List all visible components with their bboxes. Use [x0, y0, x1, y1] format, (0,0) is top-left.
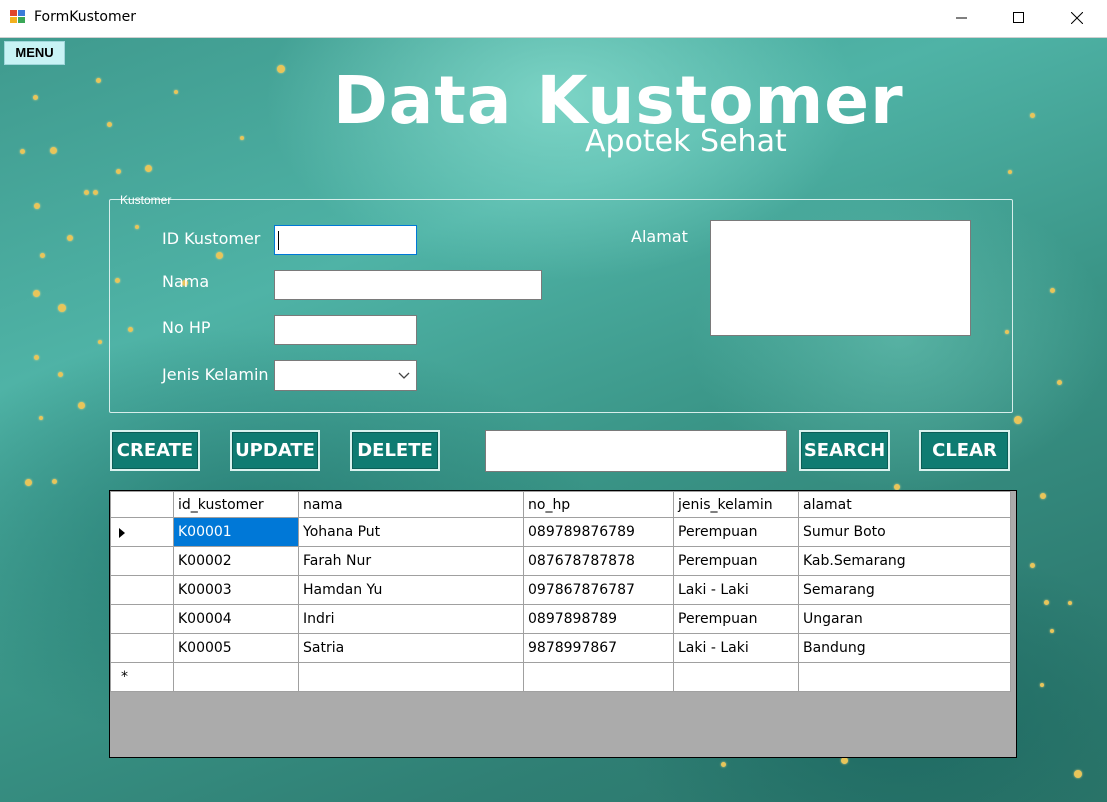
row-header[interactable] [110, 517, 174, 547]
update-button[interactable]: UPDATE [230, 430, 320, 471]
table-cell[interactable]: Indri [298, 604, 524, 634]
new-row-marker: * [121, 669, 128, 685]
datagrid-table: id_kustomer nama no_hp jenis_kelamin ala… [110, 491, 1011, 692]
table-row[interactable]: K00002 Farah Nur 087678787878 Perempuan … [110, 546, 1011, 576]
table-cell[interactable]: K00002 [173, 546, 299, 576]
groupbox-label: Kustomer [120, 193, 172, 207]
window-title: FormKustomer [34, 9, 136, 25]
table-cell[interactable] [523, 662, 674, 692]
table-cell[interactable] [673, 662, 799, 692]
search-button[interactable]: SEARCH [799, 430, 890, 471]
form-client-area: MENU Data Kustomer Apotek Sehat Kustomer… [0, 38, 1107, 802]
table-cell[interactable]: Bandung [798, 633, 1011, 663]
table-cell[interactable]: Perempuan [673, 517, 799, 547]
header-row: id_kustomer nama no_hp jenis_kelamin ala… [110, 491, 1011, 518]
table-cell[interactable]: Yohana Put [298, 517, 524, 547]
table-cell[interactable] [298, 662, 524, 692]
table-cell[interactable]: Satria [298, 633, 524, 663]
table-row[interactable]: K00003 Hamdan Yu 097867876787 Laki - Lak… [110, 575, 1011, 605]
minimize-icon [956, 17, 967, 19]
app-icon [10, 10, 26, 24]
table-cell[interactable]: Perempuan [673, 546, 799, 576]
table-cell[interactable] [173, 662, 299, 692]
column-header-nama[interactable]: nama [298, 491, 524, 518]
column-header-alamat[interactable]: alamat [798, 491, 1011, 518]
table-cell[interactable]: Kab.Semarang [798, 546, 1011, 576]
nama-label: Nama [162, 272, 210, 291]
table-cell[interactable]: Ungaran [798, 604, 1011, 634]
id-kustomer-input[interactable] [274, 225, 417, 255]
text-caret [278, 231, 279, 250]
table-cell[interactable]: Hamdan Yu [298, 575, 524, 605]
table-cell[interactable]: 089789876789 [523, 517, 674, 547]
table-cell[interactable]: Perempuan [673, 604, 799, 634]
menu-button[interactable]: MENU [4, 41, 65, 65]
column-header-no-hp[interactable]: no_hp [523, 491, 674, 518]
current-row-arrow-icon [119, 528, 125, 538]
title-bar: FormKustomer [0, 0, 1107, 38]
table-cell[interactable]: Farah Nur [298, 546, 524, 576]
table-cell[interactable]: K00005 [173, 633, 299, 663]
no-hp-label: No HP [162, 318, 211, 337]
minimize-button[interactable] [933, 0, 991, 36]
no-hp-input[interactable] [274, 315, 417, 345]
column-header-jenis-kelamin[interactable]: jenis_kelamin [673, 491, 799, 518]
table-cell[interactable]: 9878997867 [523, 633, 674, 663]
row-header[interactable]: * [110, 662, 174, 692]
maximize-icon [1013, 12, 1024, 23]
table-cell[interactable]: K00004 [173, 604, 299, 634]
maximize-button[interactable] [990, 0, 1048, 36]
jenis-kelamin-select[interactable] [274, 360, 417, 391]
page-subtitle: Apotek Sehat [585, 124, 787, 159]
row-header[interactable] [110, 604, 174, 634]
nama-input[interactable] [274, 270, 542, 300]
close-button[interactable] [1048, 0, 1106, 36]
table-cell[interactable]: Laki - Laki [673, 633, 799, 663]
kustomer-datagrid[interactable]: id_kustomer nama no_hp jenis_kelamin ala… [109, 490, 1017, 758]
table-cell[interactable]: Sumur Boto [798, 517, 1011, 547]
row-header[interactable] [110, 633, 174, 663]
delete-button[interactable]: DELETE [350, 430, 440, 471]
table-row[interactable]: K00004 Indri 0897898789 Perempuan Ungara… [110, 604, 1011, 634]
chevron-down-icon [398, 372, 410, 379]
jenis-kelamin-label: Jenis Kelamin [162, 365, 269, 384]
close-icon [1071, 12, 1083, 24]
search-input[interactable] [485, 430, 787, 472]
table-cell[interactable]: K00001 [173, 517, 299, 547]
table-row[interactable]: K00001 Yohana Put 089789876789 Perempuan… [110, 517, 1011, 547]
table-cell[interactable]: K00003 [173, 575, 299, 605]
alamat-label: Alamat [631, 227, 688, 246]
table-cell[interactable]: 097867876787 [523, 575, 674, 605]
column-header-id-kustomer[interactable]: id_kustomer [173, 491, 299, 518]
alamat-textarea[interactable] [710, 220, 971, 336]
table-cell[interactable]: 0897898789 [523, 604, 674, 634]
clear-button[interactable]: CLEAR [919, 430, 1010, 471]
table-row[interactable]: K00005 Satria 9878997867 Laki - Laki Ban… [110, 633, 1011, 663]
row-header[interactable] [110, 575, 174, 605]
create-button[interactable]: CREATE [110, 430, 200, 471]
table-cell[interactable] [798, 662, 1011, 692]
new-row[interactable]: * [110, 662, 1011, 692]
table-cell[interactable]: Laki - Laki [673, 575, 799, 605]
top-left-header-cell[interactable] [110, 491, 174, 518]
id-kustomer-label: ID Kustomer [162, 229, 261, 248]
table-cell[interactable]: Semarang [798, 575, 1011, 605]
row-header[interactable] [110, 546, 174, 576]
table-cell[interactable]: 087678787878 [523, 546, 674, 576]
